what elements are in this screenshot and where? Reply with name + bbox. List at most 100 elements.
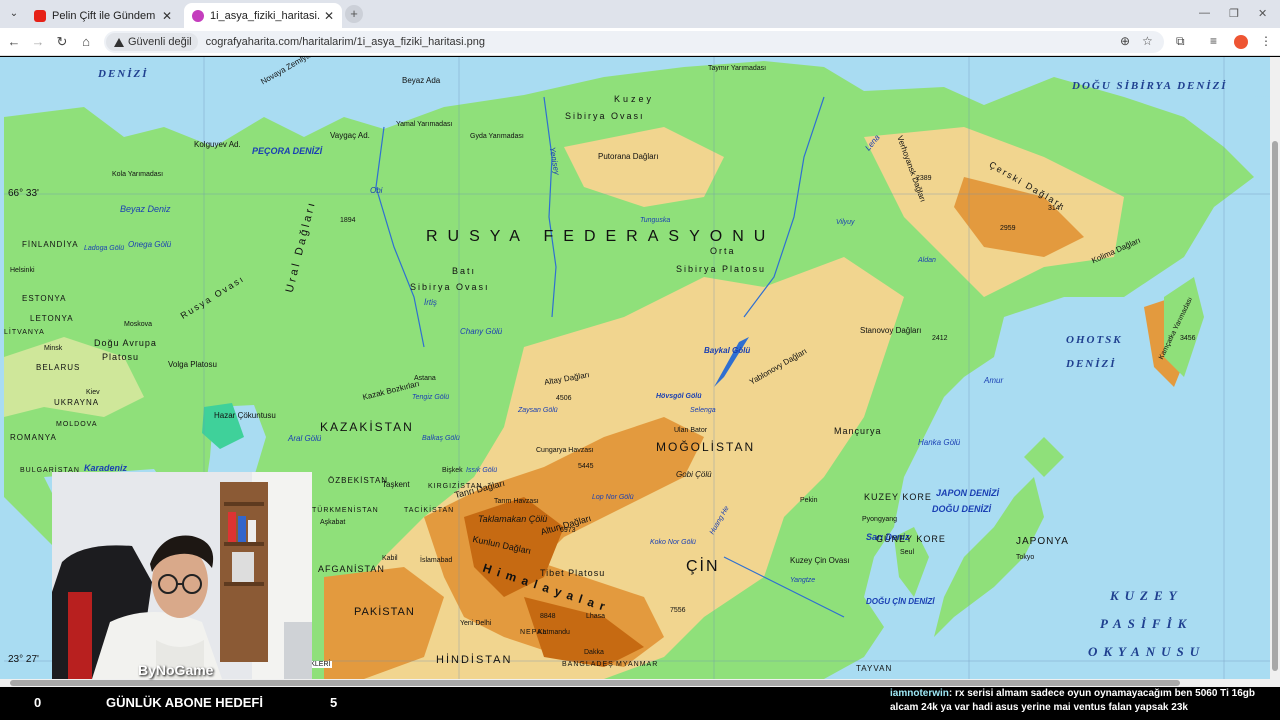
tab-title: 1i_asya_fiziki_haritasi.png (1625× bbox=[210, 9, 320, 22]
city-label: Dakka bbox=[584, 649, 604, 656]
city-label: Katmandu bbox=[538, 629, 570, 636]
stream-brand-logo: ByNoGame bbox=[138, 662, 214, 678]
country-label: UKRAYNA bbox=[54, 398, 100, 407]
country-label: ESTONYA bbox=[22, 294, 67, 303]
security-label: Güvenli değil bbox=[128, 36, 192, 48]
region-label: Kuzey Çin Ovası bbox=[790, 556, 850, 565]
image-favicon-icon bbox=[192, 9, 204, 22]
elevation-label: 2959 bbox=[1000, 225, 1016, 232]
river-label: Obi bbox=[370, 186, 383, 195]
zoom-icon[interactable]: ⊕ bbox=[1120, 34, 1130, 48]
lake-label: Issık Gölü bbox=[466, 467, 498, 474]
elevation-label: 6973 bbox=[560, 527, 576, 534]
tab-search-icon[interactable]: ⌄ bbox=[6, 7, 22, 21]
forward-arrow-icon[interactable]: → bbox=[30, 34, 46, 50]
window-close-icon[interactable]: ✕ bbox=[1258, 7, 1267, 20]
lake-label: Baykal Gölü bbox=[704, 346, 751, 355]
city-label: Kabil bbox=[382, 555, 398, 562]
region-label: Cungarya Havzası bbox=[536, 447, 594, 454]
country-label: PAKİSTAN bbox=[354, 606, 415, 618]
sea-label: DENİZİ bbox=[1066, 358, 1117, 370]
city-label: Pekin bbox=[800, 497, 818, 504]
city-label: İslamabad bbox=[420, 557, 453, 564]
tab-map-image[interactable]: 1i_asya_fiziki_haritasi.png (1625× ✕ bbox=[184, 3, 342, 28]
reading-list-icon[interactable]: ≡ bbox=[1210, 34, 1217, 48]
region-label: Kuzey bbox=[614, 94, 655, 104]
vertical-scrollbar[interactable] bbox=[1270, 57, 1280, 679]
city-label: Tokyo bbox=[1016, 554, 1035, 561]
region-label: Platosu bbox=[102, 352, 140, 362]
scroll-thumb[interactable] bbox=[10, 680, 1180, 686]
city-label: Bişkek bbox=[442, 467, 463, 474]
security-chip[interactable]: Güvenli değil bbox=[106, 33, 198, 51]
country-label: TAYVAN bbox=[856, 664, 893, 673]
new-tab-button[interactable]: + bbox=[345, 5, 363, 23]
elevation-label: 1894 bbox=[340, 217, 356, 224]
region-label: Taymır Yarımadası bbox=[708, 65, 767, 72]
ocean-label: PASİFİK bbox=[1100, 616, 1193, 631]
city-label: Pyongyang bbox=[862, 516, 898, 523]
tab-youtube[interactable]: Pelin Çift ile Gündem Ötesi 473. ✕ bbox=[26, 3, 180, 28]
region-label: Batı bbox=[452, 266, 477, 276]
url-text[interactable]: cografyaharita.com/haritalarim/1i_asya_f… bbox=[206, 36, 485, 48]
city-label: Moskova bbox=[124, 321, 153, 328]
scroll-thumb[interactable] bbox=[1272, 141, 1278, 671]
river-label: Aldan bbox=[918, 257, 936, 264]
sea-label: DENİZİ bbox=[98, 68, 149, 80]
lake-label: Onega Gölü bbox=[128, 240, 172, 249]
city-label: Kiev bbox=[86, 389, 100, 396]
close-icon[interactable]: ✕ bbox=[162, 9, 172, 23]
sea-label: DOĞU DENİZİ bbox=[932, 504, 992, 514]
latitude-label: 23° 27' bbox=[8, 654, 39, 665]
sea-label: PEÇORA DENİZİ bbox=[252, 146, 323, 156]
region-label: Gyda Yarımadası bbox=[470, 133, 524, 140]
stream-goal-bar: 0 GÜNLÜK ABONE HEDEFİ 5 iamnoterwin: rx … bbox=[0, 687, 1280, 720]
elevation-label: 8848 bbox=[540, 613, 556, 620]
lake-label: Koko Nor Gölü bbox=[650, 539, 696, 546]
lake-label: Tengiz Gölü bbox=[412, 394, 450, 401]
region-label: Sibirya Ovası bbox=[565, 111, 645, 121]
menu-dots-icon[interactable]: ⋮ bbox=[1260, 34, 1272, 48]
region-label: Putorana Dağları bbox=[598, 152, 659, 161]
elevation-label: 4506 bbox=[556, 395, 572, 402]
country-label: MOĞOLİSTAN bbox=[656, 440, 756, 454]
reload-icon[interactable]: ↻ bbox=[54, 34, 70, 50]
maximize-icon[interactable]: ❐ bbox=[1229, 7, 1239, 20]
country-label: RUSYA FEDERASYONU bbox=[426, 228, 776, 245]
extensions-icon[interactable]: ⧉ bbox=[1176, 34, 1185, 49]
city-label: Helsinki bbox=[10, 267, 35, 274]
address-bar[interactable]: Güvenli değil cografyaharita.com/harital… bbox=[104, 31, 1164, 53]
home-icon[interactable]: ⌂ bbox=[78, 34, 94, 50]
region-label: Sibirya Platosu bbox=[676, 264, 767, 274]
minimize-icon[interactable]: — bbox=[1199, 7, 1210, 19]
elevation-label: 2389 bbox=[916, 175, 932, 182]
elevation-label: 2412 bbox=[932, 335, 948, 342]
latitude-label: 66° 33' bbox=[8, 188, 39, 199]
profile-avatar-icon[interactable] bbox=[1234, 35, 1248, 49]
lake-label: Ladoga Gölü bbox=[84, 245, 125, 252]
city-label: Astana bbox=[414, 375, 436, 382]
ocean-label: KUZEY bbox=[1110, 588, 1183, 603]
close-icon[interactable]: ✕ bbox=[324, 9, 334, 23]
subscriber-count: 0 bbox=[34, 695, 42, 710]
region-label: Tibet Platosu bbox=[540, 568, 606, 578]
city-label: Seul bbox=[900, 549, 915, 556]
horizontal-scrollbar[interactable] bbox=[0, 679, 1280, 687]
river-label: Vilyuy bbox=[836, 219, 855, 226]
country-label: TÜRKMENİSTAN bbox=[312, 507, 379, 514]
country-label: ÇİN bbox=[686, 558, 720, 575]
river-label: Selenga bbox=[690, 407, 716, 414]
region-label: Kola Yarımadası bbox=[112, 171, 164, 178]
region-label: Mançurya bbox=[834, 426, 882, 436]
lake-label: Balkaş Gölü bbox=[422, 435, 460, 442]
country-label: LİTVANYA bbox=[4, 329, 45, 336]
bookmark-star-icon[interactable]: ☆ bbox=[1142, 34, 1153, 48]
country-label: BELARUS bbox=[36, 363, 81, 372]
country-label: KUZEY KORE bbox=[864, 492, 932, 502]
tab-title: Pelin Çift ile Gündem Ötesi 473. bbox=[52, 9, 158, 22]
streamer-figure bbox=[52, 472, 312, 679]
elevation-label: 3147 bbox=[1048, 205, 1064, 212]
back-arrow-icon[interactable]: ← bbox=[6, 34, 22, 50]
region-label: Doğu Avrupa bbox=[94, 338, 157, 348]
river-label: İrtiş bbox=[424, 298, 437, 307]
